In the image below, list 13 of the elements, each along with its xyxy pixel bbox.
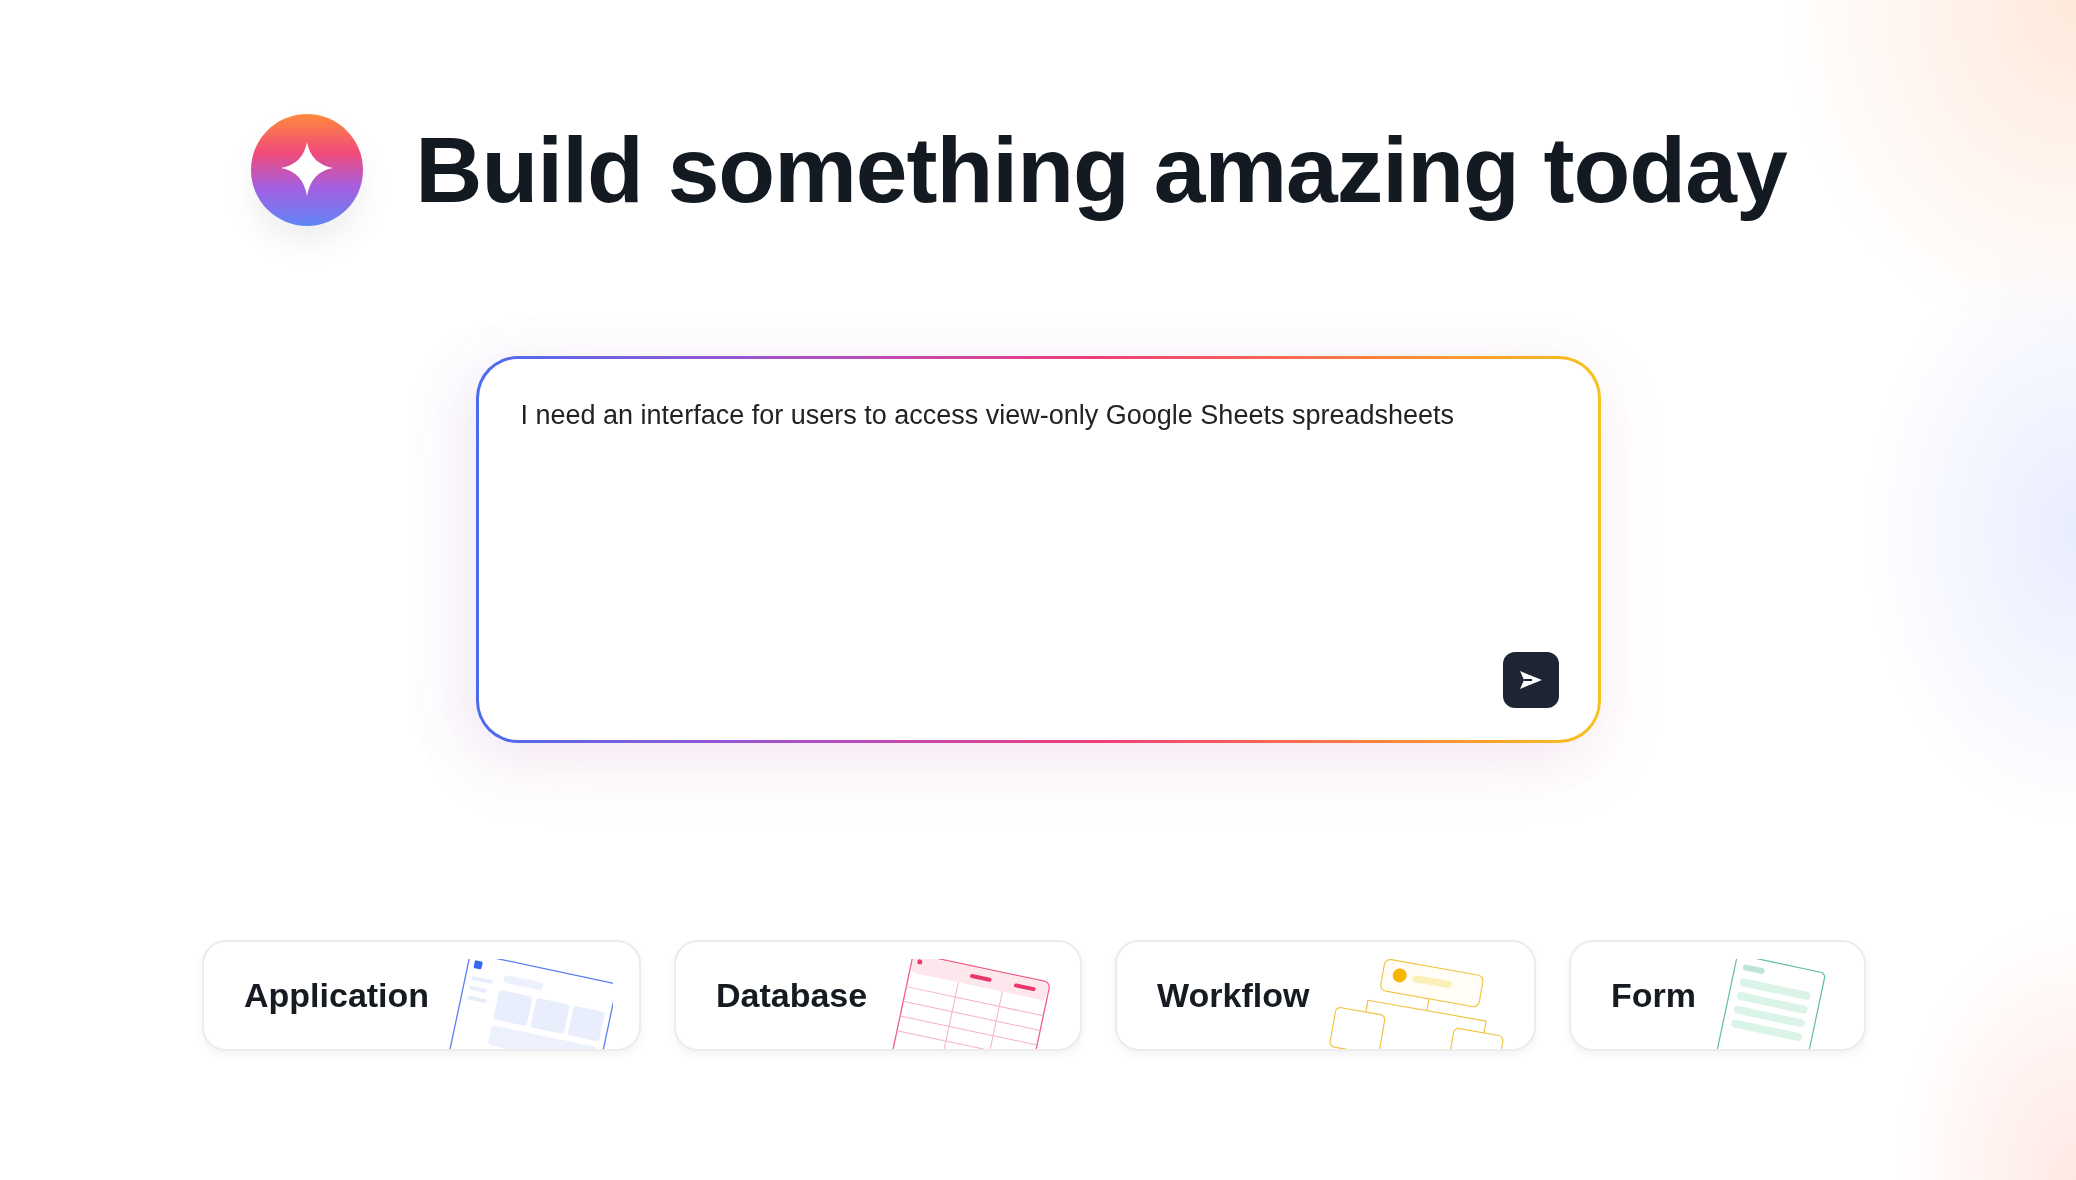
- template-card[interactable]: Workflow: [1115, 940, 1536, 1051]
- page-heading: Build something amazing today: [415, 116, 1787, 224]
- card-label: Database: [716, 976, 868, 1015]
- card-label: Application: [244, 976, 430, 1015]
- template-card[interactable]: Application: [202, 940, 641, 1051]
- prompt-input[interactable]: I need an interface for users to access view-only Google Sheets spreadsheets: [475, 356, 1601, 743]
- template-card[interactable]: Form: [1569, 940, 1866, 1051]
- card-label: Form: [1611, 976, 1696, 1015]
- sparkle-logo-icon: [249, 112, 366, 228]
- send-icon: [1518, 670, 1543, 690]
- template-card[interactable]: Database: [674, 940, 1082, 1051]
- card-label: Workflow: [1157, 976, 1310, 1015]
- send-button[interactable]: [1502, 652, 1559, 708]
